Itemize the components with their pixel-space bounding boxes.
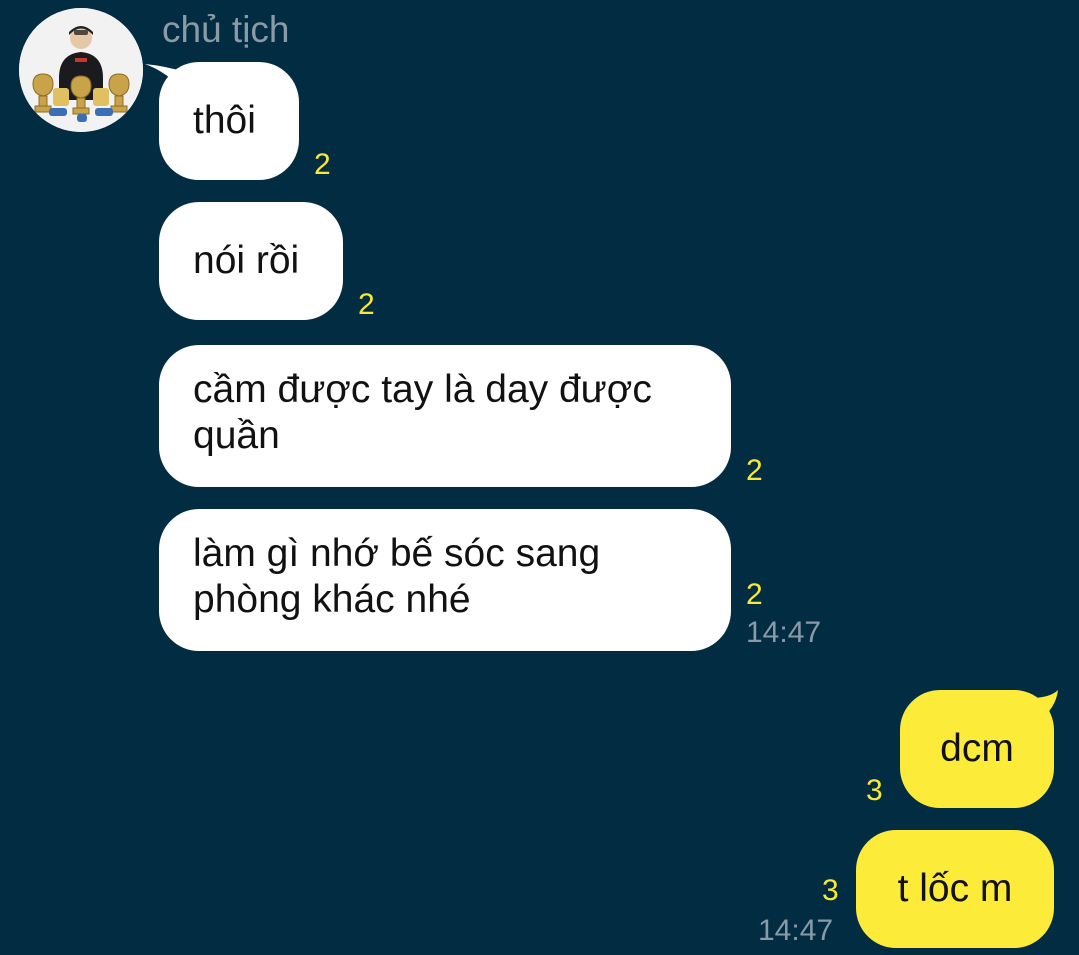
- incoming-message[interactable]: thôi: [159, 62, 299, 180]
- unread-count: 3: [866, 774, 883, 807]
- message-timestamp: 14:47: [758, 914, 834, 947]
- message-text: t lốc m: [897, 867, 1013, 910]
- profile-photo-icon: [19, 8, 143, 132]
- outgoing-message[interactable]: dcm: [900, 690, 1054, 808]
- incoming-message[interactable]: làm gì nhớ bế sóc sang phòng khác nhé: [159, 509, 731, 651]
- message-text: thôi: [193, 99, 256, 142]
- message-text-line: phòng khác nhé: [193, 578, 471, 621]
- unread-count: 2: [358, 288, 375, 321]
- message-text-line: cầm được tay là day được: [193, 368, 652, 411]
- outgoing-message[interactable]: t lốc m: [856, 830, 1054, 948]
- unread-count: 2: [746, 454, 763, 487]
- message-text-line: quần: [193, 414, 280, 457]
- sender-name: chủ tịch: [162, 9, 290, 50]
- message-text: dcm: [940, 727, 1014, 770]
- message-text-line: làm gì nhớ bế sóc sang: [193, 532, 601, 575]
- incoming-message[interactable]: cầm được tay là day được quần: [159, 345, 731, 487]
- message-text: nói rồi: [193, 239, 300, 282]
- unread-count: 2: [314, 148, 331, 181]
- unread-count: 3: [822, 874, 839, 907]
- chat-view[interactable]: chủ tịch thôi 2 nói rồi 2 cầm được tay l…: [0, 0, 1079, 955]
- unread-count: 2: [746, 578, 763, 611]
- incoming-message[interactable]: nói rồi: [159, 202, 343, 320]
- sender-avatar[interactable]: [19, 8, 143, 132]
- message-timestamp: 14:47: [746, 616, 822, 649]
